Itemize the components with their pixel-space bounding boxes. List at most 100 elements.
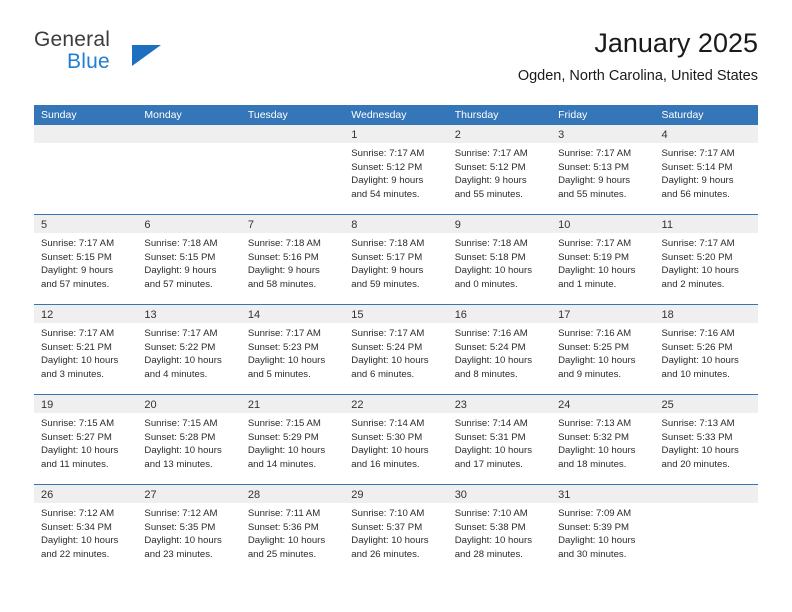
day-cell[interactable]: 24 Sunrise: 7:13 AM Sunset: 5:32 PM Dayligh… bbox=[551, 395, 655, 484]
day-detail-line: Sunset: 5:20 PM bbox=[661, 251, 733, 263]
day-cell-empty bbox=[137, 125, 241, 214]
day-cell[interactable]: 29 Sunrise: 7:10 AM Sunset: 5:37 PM Dayligh… bbox=[344, 485, 448, 574]
day-number-band: 3 bbox=[551, 125, 655, 143]
day-details bbox=[34, 143, 137, 147]
calendar-week-row: 5 Sunrise: 7:17 AM Sunset: 5:15 PM Daylight… bbox=[34, 214, 758, 304]
day-details: Sunrise: 7:13 AM Sunset: 5:32 PM Daylight:… bbox=[551, 413, 654, 471]
day-cell[interactable]: 31 Sunrise: 7:09 AM Sunset: 5:39 PM Dayligh… bbox=[551, 485, 655, 574]
day-detail-line: Sunset: 5:17 PM bbox=[351, 251, 423, 263]
day-number: 5 bbox=[41, 219, 48, 231]
day-cell[interactable]: 1 Sunrise: 7:17 AM Sunset: 5:12 PM Daylight… bbox=[344, 125, 448, 214]
day-number: 24 bbox=[558, 399, 571, 411]
generalblue-logo[interactable]: General Blue bbox=[34, 28, 214, 84]
day-cell[interactable]: 19 Sunrise: 7:15 AM Sunset: 5:27 PM Dayligh… bbox=[34, 395, 138, 484]
day-cell[interactable]: 7 Sunrise: 7:18 AM Sunset: 5:16 PM Daylight… bbox=[240, 215, 345, 304]
day-number: 2 bbox=[454, 129, 461, 141]
day-detail-line: Sunrise: 7:15 AM bbox=[144, 418, 218, 429]
day-detail-line: Sunrise: 7:16 AM bbox=[661, 328, 735, 339]
day-number: 13 bbox=[144, 309, 157, 321]
day-detail-line: Daylight: 9 hours bbox=[351, 175, 424, 187]
day-detail-line: Sunrise: 7:18 AM bbox=[247, 238, 321, 249]
day-detail-line: Sunrise: 7:16 AM bbox=[454, 328, 528, 339]
day-detail-line: and 5 minutes. bbox=[247, 368, 311, 380]
day-cell[interactable]: 28 Sunrise: 7:11 AM Sunset: 5:36 PM Dayligh… bbox=[240, 485, 345, 574]
day-number-band: 27 bbox=[137, 485, 241, 503]
day-detail-line: Sunrise: 7:10 AM bbox=[454, 508, 528, 519]
day-number: 4 bbox=[661, 129, 668, 141]
day-detail-line: Sunset: 5:27 PM bbox=[41, 431, 112, 443]
day-detail-line: Sunset: 5:33 PM bbox=[661, 431, 733, 443]
weekday-header-tuesday: Tuesday bbox=[247, 109, 288, 121]
day-detail-line: Daylight: 9 hours bbox=[454, 175, 527, 187]
day-detail-line: and 55 minutes. bbox=[454, 188, 523, 200]
day-cell[interactable]: 16 Sunrise: 7:16 AM Sunset: 5:24 PM Dayligh… bbox=[447, 305, 552, 394]
day-cell[interactable]: 3 Sunrise: 7:17 AM Sunset: 5:13 PM Daylight… bbox=[551, 125, 655, 214]
day-number: 1 bbox=[351, 129, 358, 141]
day-detail-line: Daylight: 10 hours bbox=[661, 445, 739, 457]
day-cell[interactable]: 20 Sunrise: 7:15 AM Sunset: 5:28 PM Dayligh… bbox=[137, 395, 241, 484]
day-detail-line: Sunset: 5:12 PM bbox=[454, 161, 526, 173]
day-detail-line: Sunrise: 7:17 AM bbox=[351, 328, 425, 339]
day-cell[interactable]: 9 Sunrise: 7:18 AM Sunset: 5:18 PM Daylight… bbox=[447, 215, 552, 304]
day-cell[interactable]: 4 Sunrise: 7:17 AM Sunset: 5:14 PM Daylight… bbox=[654, 125, 758, 214]
day-cell[interactable]: 14 Sunrise: 7:17 AM Sunset: 5:23 PM Dayligh… bbox=[240, 305, 345, 394]
day-number-band: 24 bbox=[551, 395, 655, 413]
day-detail-line: Daylight: 10 hours bbox=[41, 355, 119, 367]
day-details: Sunrise: 7:17 AM Sunset: 5:22 PM Daylight:… bbox=[137, 323, 240, 381]
page-subtitle: Ogden, North Carolina, United States bbox=[517, 68, 758, 84]
day-cell[interactable]: 15 Sunrise: 7:17 AM Sunset: 5:24 PM Dayligh… bbox=[344, 305, 448, 394]
day-details: Sunrise: 7:18 AM Sunset: 5:17 PM Daylight:… bbox=[344, 233, 447, 291]
day-cell[interactable]: 26 Sunrise: 7:12 AM Sunset: 5:34 PM Dayligh… bbox=[34, 485, 138, 574]
day-number: 15 bbox=[351, 309, 364, 321]
day-details: Sunrise: 7:17 AM Sunset: 5:15 PM Daylight:… bbox=[34, 233, 137, 291]
day-detail-line: Sunrise: 7:17 AM bbox=[144, 328, 218, 339]
day-cell[interactable]: 12 Sunrise: 7:17 AM Sunset: 5:21 PM Dayligh… bbox=[34, 305, 138, 394]
day-detail-line: Sunset: 5:30 PM bbox=[351, 431, 423, 443]
weekday-header-monday: Monday bbox=[144, 109, 182, 121]
day-cell[interactable]: 18 Sunrise: 7:16 AM Sunset: 5:26 PM Dayligh… bbox=[654, 305, 758, 394]
triangle-icon bbox=[132, 45, 161, 66]
day-detail-line: Daylight: 10 hours bbox=[41, 445, 119, 457]
day-cell[interactable]: 11 Sunrise: 7:17 AM Sunset: 5:20 PM Dayligh… bbox=[654, 215, 758, 304]
day-number-band bbox=[137, 125, 241, 143]
day-cell[interactable]: 21 Sunrise: 7:15 AM Sunset: 5:29 PM Dayligh… bbox=[240, 395, 345, 484]
day-detail-line: Sunset: 5:26 PM bbox=[661, 341, 733, 353]
day-number: 10 bbox=[558, 219, 571, 231]
day-details: Sunrise: 7:17 AM Sunset: 5:19 PM Daylight:… bbox=[551, 233, 654, 291]
day-detail-line: Daylight: 10 hours bbox=[454, 355, 533, 367]
day-details: Sunrise: 7:16 AM Sunset: 5:26 PM Daylight:… bbox=[655, 323, 758, 381]
day-cell[interactable]: 23 Sunrise: 7:14 AM Sunset: 5:31 PM Dayligh… bbox=[447, 395, 552, 484]
day-detail-line: and 14 minutes. bbox=[247, 458, 317, 470]
day-detail-line: Daylight: 10 hours bbox=[351, 445, 429, 457]
day-detail-line: Sunset: 5:23 PM bbox=[247, 341, 319, 353]
day-detail-line: and 25 minutes. bbox=[247, 548, 317, 560]
day-detail-line: Daylight: 9 hours bbox=[144, 265, 217, 277]
day-detail-line: Sunrise: 7:18 AM bbox=[351, 238, 425, 249]
day-number-band: 20 bbox=[137, 395, 241, 413]
day-detail-line: Daylight: 9 hours bbox=[661, 175, 734, 187]
day-cell[interactable]: 10 Sunrise: 7:17 AM Sunset: 5:19 PM Dayligh… bbox=[551, 215, 655, 304]
day-cell[interactable]: 17 Sunrise: 7:16 AM Sunset: 5:25 PM Dayligh… bbox=[551, 305, 655, 394]
day-cell[interactable]: 30 Sunrise: 7:10 AM Sunset: 5:38 PM Dayligh… bbox=[447, 485, 552, 574]
weekday-header-wednesday: Wednesday bbox=[351, 109, 407, 121]
day-cell[interactable]: 6 Sunrise: 7:18 AM Sunset: 5:15 PM Daylight… bbox=[137, 215, 241, 304]
day-detail-line: and 23 minutes. bbox=[144, 548, 213, 560]
day-cell[interactable]: 5 Sunrise: 7:17 AM Sunset: 5:15 PM Daylight… bbox=[34, 215, 138, 304]
logo-text-general: General bbox=[34, 28, 111, 51]
day-detail-line: Sunset: 5:22 PM bbox=[144, 341, 216, 353]
day-details: Sunrise: 7:10 AM Sunset: 5:38 PM Daylight:… bbox=[448, 503, 551, 561]
day-details: Sunrise: 7:10 AM Sunset: 5:37 PM Daylight:… bbox=[344, 503, 447, 561]
day-detail-line: and 11 minutes. bbox=[41, 458, 109, 470]
day-cell[interactable]: 2 Sunrise: 7:17 AM Sunset: 5:12 PM Daylight… bbox=[447, 125, 552, 214]
day-cell[interactable]: 25 Sunrise: 7:13 AM Sunset: 5:33 PM Dayligh… bbox=[654, 395, 758, 484]
day-detail-line: Sunset: 5:24 PM bbox=[454, 341, 526, 353]
day-cell[interactable]: 8 Sunrise: 7:18 AM Sunset: 5:17 PM Daylight… bbox=[344, 215, 448, 304]
day-detail-line: Daylight: 10 hours bbox=[247, 535, 326, 547]
day-cell[interactable]: 13 Sunrise: 7:17 AM Sunset: 5:22 PM Dayligh… bbox=[137, 305, 241, 394]
day-details bbox=[137, 143, 240, 147]
day-detail-line: Sunrise: 7:17 AM bbox=[661, 238, 735, 249]
day-details: Sunrise: 7:09 AM Sunset: 5:39 PM Daylight:… bbox=[551, 503, 654, 561]
day-cell[interactable]: 27 Sunrise: 7:12 AM Sunset: 5:35 PM Dayligh… bbox=[137, 485, 241, 574]
day-number-band: 23 bbox=[447, 395, 552, 413]
day-cell[interactable]: 22 Sunrise: 7:14 AM Sunset: 5:30 PM Dayligh… bbox=[344, 395, 448, 484]
